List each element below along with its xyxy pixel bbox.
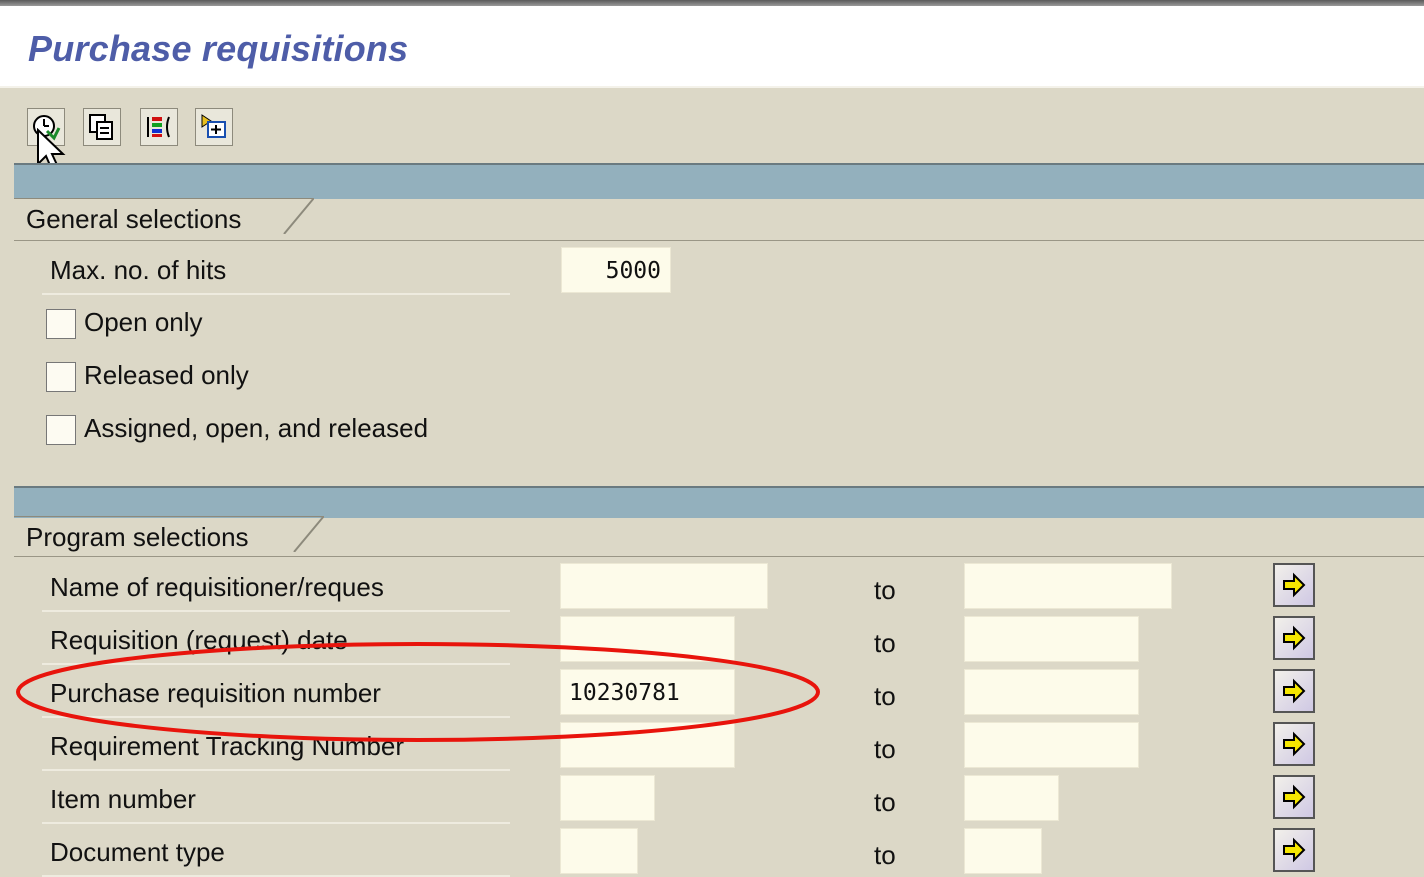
multiple-selection-arrow-icon bbox=[1283, 678, 1306, 704]
requisition-date-to-input[interactable] bbox=[964, 616, 1139, 662]
requisitioner-label-cell: Name of requisitioner/reques bbox=[42, 560, 510, 612]
assigned-open-released-label: Assigned, open, and released bbox=[84, 413, 429, 443]
title-bar: Purchase requisitions bbox=[0, 6, 1424, 86]
item-number-label: Item number bbox=[50, 784, 196, 814]
to-label: to bbox=[874, 628, 896, 658]
max-hits-value: 5000 bbox=[605, 258, 661, 284]
get-variant-icon bbox=[89, 114, 113, 140]
frame-divider bbox=[14, 240, 1424, 241]
to-label: to bbox=[874, 840, 896, 870]
multiple-selection-arrow-icon bbox=[1283, 572, 1306, 598]
to-label: to bbox=[874, 787, 896, 817]
open-only-label: Open only bbox=[84, 307, 203, 337]
selection-options-icon bbox=[147, 116, 170, 138]
requisitioner-label: Name of requisitioner/reques bbox=[50, 572, 384, 602]
document-type-label: Document type bbox=[50, 837, 225, 867]
document-type-to-input[interactable] bbox=[964, 828, 1042, 874]
requisitioner-multiple-selection-button[interactable] bbox=[1273, 563, 1315, 607]
document-type-multiple-selection-button[interactable] bbox=[1273, 828, 1315, 872]
dynamic-selections-button[interactable] bbox=[195, 108, 233, 146]
requisition-date-multiple-selection-button[interactable] bbox=[1273, 616, 1315, 660]
pr-number-to-input[interactable] bbox=[964, 669, 1139, 715]
multiple-selection-arrow-icon bbox=[1283, 625, 1306, 651]
multiple-selection-arrow-icon bbox=[1283, 731, 1306, 757]
program-selections-frame-tab: Program selections bbox=[14, 516, 324, 552]
dynamic-selections-icon bbox=[201, 114, 226, 138]
general-selections-frame-tab: General selections bbox=[14, 198, 314, 234]
requisitioner-to-input[interactable] bbox=[964, 563, 1172, 609]
assigned-open-released-checkbox[interactable] bbox=[46, 415, 76, 445]
multiple-selection-arrow-icon bbox=[1283, 837, 1306, 863]
max-hits-label: Max. no. of hits bbox=[50, 255, 227, 285]
to-label: to bbox=[874, 734, 896, 764]
multiple-selection-arrow-icon bbox=[1283, 784, 1306, 810]
released-only-checkbox[interactable] bbox=[46, 362, 76, 392]
tracking-number-multiple-selection-button[interactable] bbox=[1273, 722, 1315, 766]
document-type-label-cell: Document type bbox=[42, 825, 510, 877]
frame-header-band-general bbox=[14, 163, 1424, 199]
program-selections-title: Program selections bbox=[26, 522, 249, 552]
max-hits-label-cell: Max. no. of hits bbox=[42, 243, 510, 295]
item-number-label-cell: Item number bbox=[42, 772, 510, 824]
requisitioner-from-input[interactable] bbox=[560, 563, 768, 609]
tracking-number-to-input[interactable] bbox=[964, 722, 1139, 768]
highlight-ellipse-annotation bbox=[16, 642, 820, 742]
item-number-from-input[interactable] bbox=[560, 775, 655, 821]
item-number-multiple-selection-button[interactable] bbox=[1273, 775, 1315, 819]
item-number-to-input[interactable] bbox=[964, 775, 1059, 821]
page-title: Purchase requisitions bbox=[28, 28, 409, 69]
max-hits-input[interactable]: 5000 bbox=[561, 247, 671, 293]
general-selections-title: General selections bbox=[26, 204, 242, 234]
pr-number-multiple-selection-button[interactable] bbox=[1273, 669, 1315, 713]
to-label: to bbox=[874, 681, 896, 711]
open-only-checkbox[interactable] bbox=[46, 309, 76, 339]
get-variant-button[interactable] bbox=[83, 108, 121, 146]
released-only-label: Released only bbox=[84, 360, 249, 390]
selection-options-button[interactable] bbox=[140, 108, 178, 146]
document-type-from-input[interactable] bbox=[560, 828, 638, 874]
application-toolbar bbox=[0, 86, 1424, 166]
frame-header-band-program bbox=[14, 486, 1424, 518]
to-label: to bbox=[874, 575, 896, 605]
frame-divider bbox=[14, 556, 1424, 557]
